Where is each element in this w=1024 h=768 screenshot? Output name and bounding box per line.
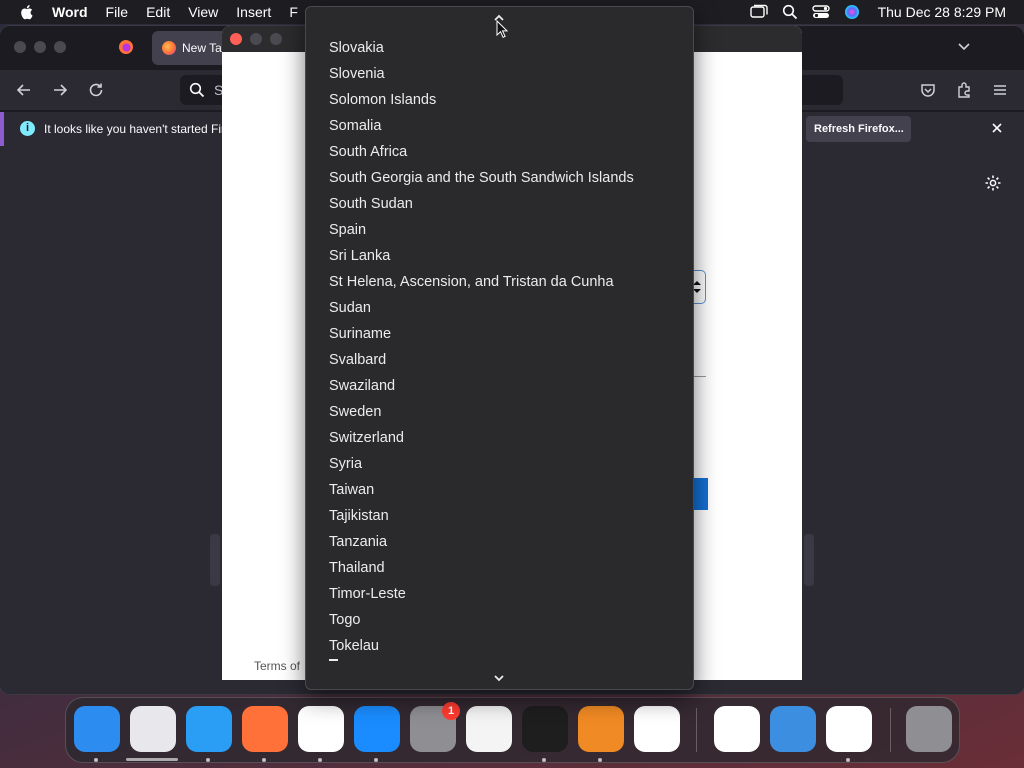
- forward-arrow-icon[interactable]: [51, 81, 69, 99]
- refresh-firefox-button[interactable]: Refresh Firefox...: [806, 116, 911, 142]
- firefox-icon[interactable]: [242, 706, 288, 752]
- menu-app-name[interactable]: Word: [52, 4, 88, 20]
- safari-icon[interactable]: [186, 706, 232, 752]
- country-option[interactable]: South Africa: [306, 139, 693, 165]
- firefox-zoom-button[interactable]: [54, 41, 66, 53]
- tab-title: New Ta: [182, 41, 222, 55]
- dock-running-indicator: [206, 758, 210, 762]
- country-option[interactable]: Suriname: [306, 321, 693, 347]
- dock-separator: [696, 708, 697, 752]
- country-option[interactable]: Somalia: [306, 113, 693, 139]
- firefox-tab-favicon-icon: [162, 41, 176, 55]
- terms-link[interactable]: Terms of: [254, 659, 300, 673]
- word-minimize-button[interactable]: [250, 33, 262, 45]
- country-option[interactable]: Slovenia: [306, 61, 693, 87]
- country-option[interactable]: Syria: [306, 451, 693, 477]
- window-overview-icon[interactable]: [749, 4, 768, 20]
- country-option[interactable]: Togo: [306, 607, 693, 633]
- word-zoom-button[interactable]: [270, 33, 282, 45]
- terminal-icon[interactable]: [522, 706, 568, 752]
- country-option[interactable]: Swaziland: [306, 373, 693, 399]
- close-notification-icon[interactable]: [990, 121, 1004, 135]
- back-arrow-icon[interactable]: [15, 81, 33, 99]
- country-option[interactable]: Slovakia: [306, 35, 693, 61]
- garageband-icon[interactable]: [578, 706, 624, 752]
- dock-running-indicator: [598, 758, 602, 762]
- menu-edit[interactable]: Edit: [146, 4, 170, 20]
- finder-icon[interactable]: [74, 706, 120, 752]
- country-option[interactable]: Solomon Islands: [306, 87, 693, 113]
- menu-view[interactable]: View: [188, 4, 218, 20]
- list-all-tabs-chevron-icon[interactable]: [956, 38, 972, 54]
- country-option[interactable]: Timor-Leste: [306, 581, 693, 607]
- country-dropdown-list[interactable]: Slovakia Slovenia Solomon Islands Somalia So…: [305, 6, 694, 690]
- siri-icon[interactable]: [844, 4, 860, 20]
- partially-visible-option: [329, 659, 338, 661]
- country-option[interactable]: Thailand: [306, 555, 693, 581]
- spotlight-search-icon[interactable]: [782, 4, 798, 20]
- country-option[interactable]: Tanzania: [306, 529, 693, 555]
- apple-icon[interactable]: [18, 3, 36, 21]
- country-option[interactable]: Tajikistan: [306, 503, 693, 529]
- launchpad-icon[interactable]: [130, 706, 176, 752]
- country-option[interactable]: Switzerland: [306, 425, 693, 451]
- search-icon: [189, 82, 205, 98]
- country-select[interactable]: [692, 270, 706, 304]
- menu-file[interactable]: File: [106, 4, 129, 20]
- trash-icon[interactable]: [906, 706, 952, 752]
- country-option[interactable]: Taiwan: [306, 477, 693, 503]
- firefox-view-icon[interactable]: [118, 39, 134, 55]
- word-close-button[interactable]: [230, 33, 242, 45]
- settings-notification-badge: 1: [442, 702, 460, 720]
- country-option[interactable]: Sweden: [306, 399, 693, 425]
- reload-icon[interactable]: [87, 81, 105, 99]
- textedit-icon[interactable]: [466, 706, 512, 752]
- chrome-icon[interactable]: [298, 706, 344, 752]
- menu-format[interactable]: F: [289, 4, 298, 20]
- country-option[interactable]: Svalbard: [306, 347, 693, 373]
- info-icon: i: [20, 121, 35, 136]
- menu-insert[interactable]: Insert: [236, 4, 271, 20]
- country-option[interactable]: Sri Lanka: [306, 243, 693, 269]
- pocket-icon[interactable]: [919, 81, 937, 99]
- mouse-pointer-icon: [496, 20, 508, 38]
- word-icon[interactable]: [826, 706, 872, 752]
- country-option[interactable]: South Sudan: [306, 191, 693, 217]
- menubar-clock[interactable]: Thu Dec 28 8:29 PM: [878, 4, 1006, 20]
- content-card-edge-right: [804, 534, 814, 586]
- dock-running-indicator: [318, 758, 322, 762]
- dock-running-indicator: [94, 758, 98, 762]
- dock-running-indicator: [374, 758, 378, 762]
- weather-icon[interactable]: [770, 706, 816, 752]
- dock-active-indicator: [126, 758, 178, 761]
- country-option[interactable]: South Georgia and the South Sandwich Isl…: [306, 165, 693, 191]
- firefox-minimize-button[interactable]: [34, 41, 46, 53]
- gear-icon[interactable]: [984, 174, 1002, 192]
- country-options: Slovakia Slovenia Solomon Islands Somalia So…: [306, 35, 693, 659]
- dock-separator: [890, 708, 891, 752]
- app-store-icon[interactable]: [354, 706, 400, 752]
- form-divider: [692, 376, 706, 377]
- dock: 1: [65, 697, 960, 763]
- dock-running-indicator: [846, 758, 850, 762]
- country-option[interactable]: Sudan: [306, 295, 693, 321]
- control-center-icon[interactable]: [811, 4, 830, 20]
- country-option[interactable]: Spain: [306, 217, 693, 243]
- country-option[interactable]: Tokelau: [306, 633, 693, 659]
- notification-text: It looks like you haven't started Fir: [44, 122, 226, 136]
- visual-studio-icon[interactable]: [714, 706, 760, 752]
- primary-action-button[interactable]: [692, 478, 708, 510]
- country-option[interactable]: St Helena, Ascension, and Tristan da Cun…: [306, 269, 693, 295]
- dock-running-indicator: [542, 758, 546, 762]
- vscode-icon[interactable]: [634, 706, 680, 752]
- content-card-edge-left: [210, 534, 220, 586]
- hamburger-menu-icon[interactable]: [991, 81, 1009, 99]
- extensions-icon[interactable]: [955, 81, 973, 99]
- scroll-down-chevron-icon[interactable]: [493, 673, 505, 683]
- firefox-close-button[interactable]: [14, 41, 26, 53]
- dock-running-indicator: [262, 758, 266, 762]
